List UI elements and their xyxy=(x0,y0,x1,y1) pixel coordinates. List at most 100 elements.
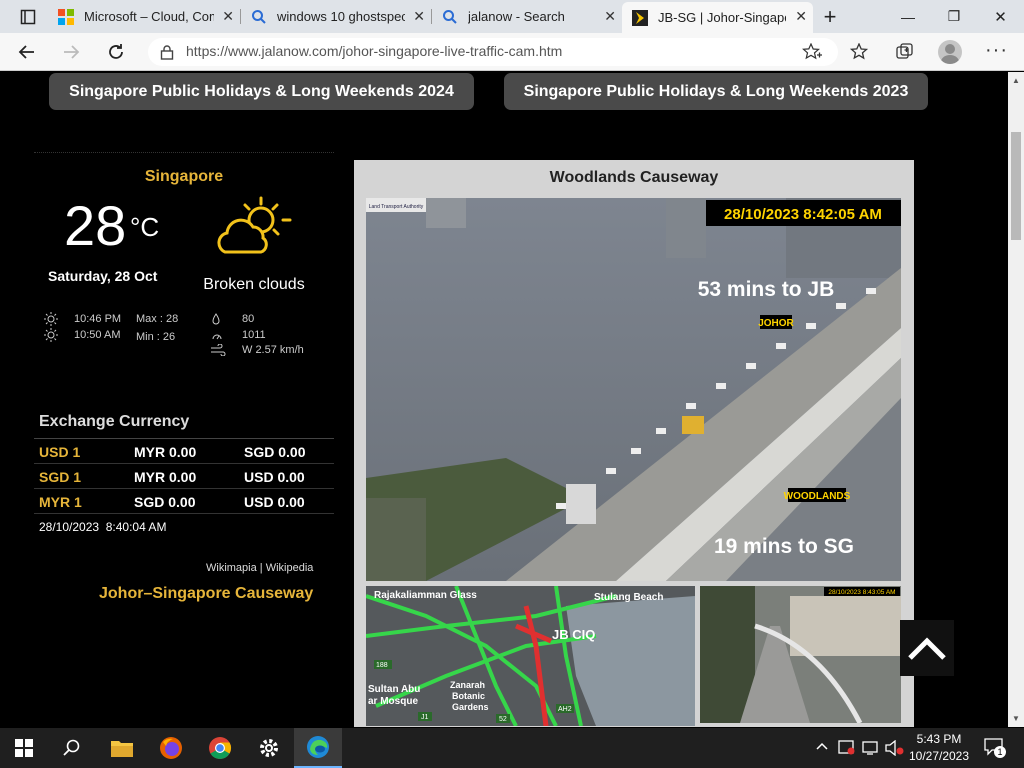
gear-icon xyxy=(260,739,278,757)
chrome-button[interactable] xyxy=(196,728,244,768)
sunset-icon xyxy=(44,328,58,342)
humidity-icon xyxy=(212,313,220,325)
exchange-row: USD 1 MYR 0.00 SGD 0.00 xyxy=(34,439,334,464)
map-label: Zanarah xyxy=(450,680,485,690)
tab-title: jalanow - Search xyxy=(468,9,565,24)
firefox-button[interactable] xyxy=(147,728,195,768)
refresh-icon[interactable] xyxy=(106,42,126,62)
tab-actions-button[interactable] xyxy=(10,0,46,33)
taskbar-search-button[interactable] xyxy=(48,728,96,768)
exchange-base: USD 1 xyxy=(39,444,81,460)
chevron-up-icon xyxy=(908,637,946,660)
firefox-icon xyxy=(160,737,182,759)
notification-center-button[interactable]: 1 xyxy=(984,738,1006,761)
exchange-title: Exchange Currency xyxy=(39,413,190,430)
exchange-value: SGD 0.00 xyxy=(134,494,196,510)
lock-icon[interactable] xyxy=(160,44,174,60)
windows-logo-icon xyxy=(15,739,33,757)
settings-menu-icon[interactable]: ··· xyxy=(985,39,1008,62)
clock[interactable]: 5:43 PM 10/27/2023 xyxy=(908,732,970,763)
woodlands-camera-image[interactable]: 28/10/2023 8:42:05 AM 53 mins to JB JOHO… xyxy=(366,198,901,581)
humidity-value: 80 xyxy=(242,313,255,325)
exchange-value: MYR 0.00 xyxy=(134,469,197,485)
folder-icon xyxy=(111,741,133,757)
edge-button[interactable] xyxy=(294,728,342,768)
holidays-2024-button[interactable]: Singapore Public Holidays & Long Weekend… xyxy=(49,73,474,110)
tab-jalanow-search[interactable]: jalanow - Search ✕ xyxy=(432,0,622,33)
url-bar[interactable]: https://www.jalanow.com/johor-singapore-… xyxy=(148,38,838,66)
exchange-value: SGD 0.00 xyxy=(244,444,306,460)
page-content: Singapore Public Holidays & Long Weekend… xyxy=(0,72,1008,727)
camera-title: Woodlands Causeway xyxy=(549,169,719,186)
jalanow-logo-icon xyxy=(632,9,648,26)
tab-title: windows 10 ghostspect xyxy=(277,9,405,24)
checkpoint-timestamp: 28/10/2023 8:43:05 AM xyxy=(828,589,895,596)
scroll-up-icon[interactable]: ▲ xyxy=(1012,76,1020,85)
map-label: JB CIQ xyxy=(552,627,595,642)
volume-muted-icon[interactable] xyxy=(885,740,905,756)
restore-button[interactable]: ❐ xyxy=(931,0,977,33)
map-label: Gardens xyxy=(452,702,489,712)
clock-time: 5:43 PM xyxy=(916,732,962,746)
weather-temperature: 28 xyxy=(64,194,127,257)
tab-jalanow-active[interactable]: JB-SG | Johor-Singapore ✕ xyxy=(622,2,813,33)
traffic-map-thumbnail[interactable]: Rajakaliamman Glass Stulang Beach JB CIQ… xyxy=(366,586,695,726)
checkpoint-camera-thumbnail[interactable]: 28/10/2023 8:43:05 AM xyxy=(700,586,901,723)
file-explorer-button[interactable] xyxy=(98,728,146,768)
chevron-up-icon xyxy=(816,742,828,750)
new-tab-button[interactable]: + xyxy=(815,0,845,33)
causeway-title: Johor–Singapore Causeway xyxy=(99,585,314,602)
vertical-scrollbar[interactable]: ▲ ▼ xyxy=(1008,72,1024,727)
show-hidden-icons[interactable] xyxy=(816,740,828,754)
network-icon[interactable] xyxy=(862,740,880,756)
jb-travel-time: 53 mins to JB xyxy=(698,278,835,301)
tab-close-icon[interactable]: ✕ xyxy=(222,8,234,25)
tab-close-icon[interactable]: ✕ xyxy=(795,8,807,25)
max-temp: Max : 28 xyxy=(136,313,179,325)
map-label: Stulang Beach xyxy=(594,592,663,603)
start-button[interactable] xyxy=(0,728,48,768)
back-arrow-icon[interactable] xyxy=(18,43,36,61)
wikimapia-link[interactable]: Wikimapia xyxy=(206,562,257,574)
scroll-down-icon[interactable]: ▼ xyxy=(1012,714,1020,723)
tab-close-icon[interactable]: ✕ xyxy=(413,8,425,25)
tab-ghostspectre-search[interactable]: windows 10 ghostspect ✕ xyxy=(241,0,431,33)
road-number: 52 xyxy=(499,716,507,723)
search-icon xyxy=(443,9,457,24)
browser-tab-bar: Microsoft – Cloud, Com ✕ windows 10 ghos… xyxy=(0,0,1024,33)
weather-date: Saturday, 28 Oct xyxy=(48,268,158,284)
holidays-2023-button[interactable]: Singapore Public Holidays & Long Weekend… xyxy=(504,73,928,110)
back-to-top-button[interactable] xyxy=(900,620,954,676)
link-separator: | xyxy=(259,562,263,574)
tab-close-icon[interactable]: ✕ xyxy=(604,8,616,25)
weather-unit: °C xyxy=(130,212,160,242)
chrome-icon xyxy=(209,737,231,759)
address-toolbar: https://www.jalanow.com/johor-singapore-… xyxy=(0,33,1024,71)
tab-microsoft[interactable]: Microsoft – Cloud, Com ✕ xyxy=(50,0,240,33)
forward-arrow-icon[interactable] xyxy=(62,43,80,61)
wikipedia-link[interactable]: Wikipedia xyxy=(266,562,314,574)
notification-count: 1 xyxy=(994,746,1006,758)
url-text: https://www.jalanow.com/johor-singapore-… xyxy=(186,43,563,59)
profile-avatar[interactable] xyxy=(938,40,962,64)
scrollbar-thumb[interactable] xyxy=(1011,132,1021,240)
map-label: Rajakaliamman Glass xyxy=(374,590,477,601)
johor-label: JOHOR xyxy=(758,318,794,329)
wind-value: W 2.57 km/h xyxy=(242,344,304,356)
add-favorite-icon[interactable] xyxy=(802,43,822,61)
weather-condition: Broken clouds xyxy=(203,276,305,293)
pressure-value: 1011 xyxy=(242,329,266,341)
broken-clouds-icon xyxy=(217,196,292,254)
minimize-button[interactable]: — xyxy=(885,0,931,33)
favorites-star-icon[interactable] xyxy=(850,43,870,62)
sg-travel-time: 19 mins to SG xyxy=(714,535,854,558)
exchange-row: SGD 1 MYR 0.00 USD 0.00 xyxy=(34,464,334,489)
security-icon[interactable] xyxy=(838,740,856,756)
settings-button[interactable] xyxy=(245,728,293,768)
sunrise-icon xyxy=(44,312,58,326)
close-window-button[interactable]: ✕ xyxy=(977,0,1024,33)
map-label: Sultan Abu xyxy=(368,684,420,695)
min-temp: Min : 26 xyxy=(136,331,176,343)
traffic-camera-panel: Woodlands Causeway 28/10/2023 8:42:05 AM… xyxy=(354,160,914,727)
collections-icon[interactable] xyxy=(895,42,915,62)
